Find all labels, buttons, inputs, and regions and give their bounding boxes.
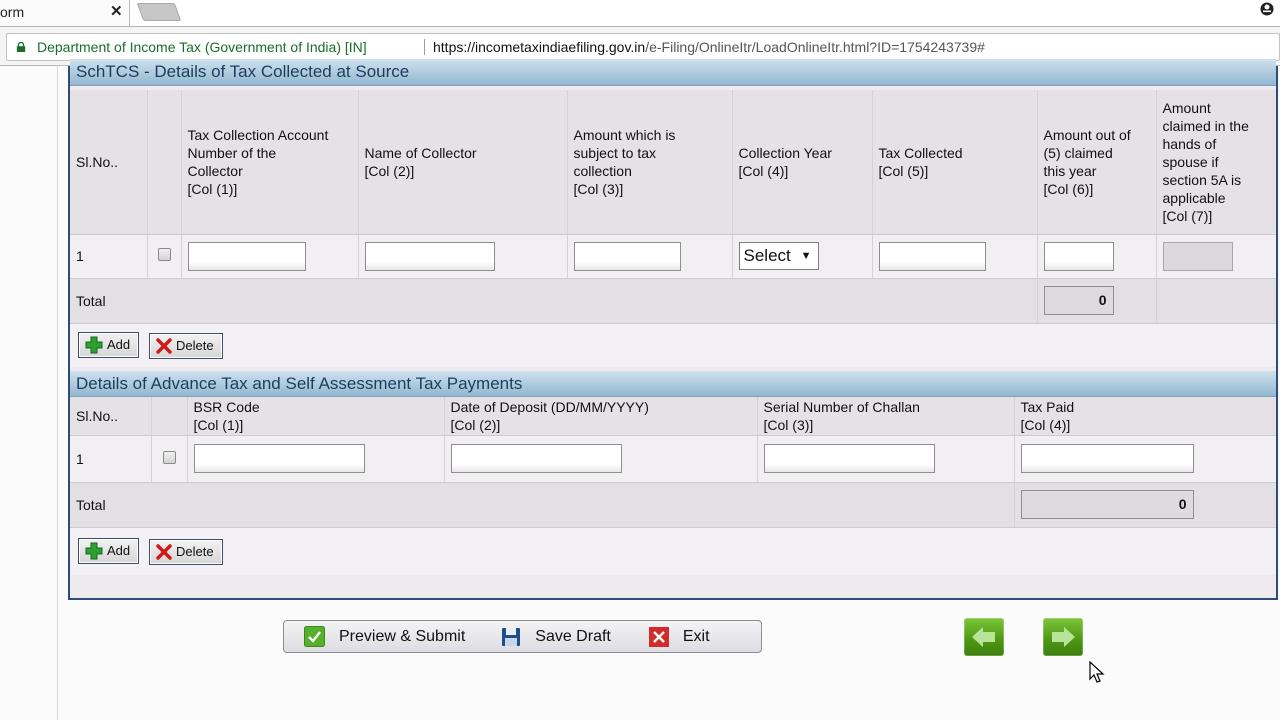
delete-x-icon [156,544,172,560]
total-value: 0 [1020,490,1194,519]
row-select-checkbox[interactable] [162,450,176,464]
col-header-bsr-code: BSR Code [Col (1)] [187,397,445,436]
delete-x-icon [156,338,172,354]
delete-label: Delete [176,338,214,354]
next-page-button[interactable] [1043,618,1083,656]
col-header-select [147,90,182,235]
tab-close-icon[interactable]: ✕ [110,2,123,20]
url-domain: https://incometaxindiaefiling.gov.in [433,39,646,55]
spouse-amount-input [1162,241,1233,271]
table-row: 1 Select ▼ [70,234,1276,279]
challan-serial-input[interactable] [763,444,935,473]
add-label: Add [107,543,131,559]
mouse-cursor-icon [1089,661,1105,683]
col-header-tax-paid: Tax Paid [Col (4)] [1014,397,1276,436]
row-select-checkbox[interactable] [157,248,171,261]
arrow-left-icon [972,627,995,647]
table-header-row: Sl.No.. Tax Collection Account Number of … [70,90,1276,235]
section-header-tcs: SchTCS - Details of Tax Collected at Sou… [70,59,1276,86]
lock-icon [16,42,26,52]
tax-paid-input[interactable] [1020,444,1194,473]
sidebar-divider [57,66,58,720]
checkmark-icon [304,626,325,647]
new-tab-button[interactable] [136,3,182,21]
table-row: 1 [70,435,1276,483]
col-header-spouse-amount: Amount claimed in the hands of spouse if sec… [1156,90,1276,235]
col-header-amount-claimed: Amount out of (5) claimed this year [Col (6… [1037,90,1157,235]
col-header-select [151,397,188,436]
floppy-disk-icon [502,627,521,646]
date-of-deposit-input[interactable] [450,444,622,473]
col-header-date-of-deposit: Date of Deposit (DD/MM/YYYY) [Col (2)] [444,397,758,436]
tan-input[interactable] [187,241,306,271]
col-header-tax-collected: Tax Collected [Col (5)] [872,90,1038,235]
advance-tax-table: Sl.No.. BSR Code [Col (1)] Date of Deposi… [70,397,1276,575]
previous-page-button[interactable] [964,618,1004,656]
form-action-bar: Preview & Submit Save Draft Exit [283,620,762,653]
section-header-advance-tax: Details of Advance Tax and Self Assessme… [70,371,1276,397]
table-header-row: Sl.No.. BSR Code [Col (1)] Date of Deposi… [70,397,1276,436]
row-sl-number: 1 [70,435,152,483]
add-row-button[interactable]: Add [78,331,140,358]
col-header-tan: Tax Collection Account Number of the Colle… [181,90,359,235]
col-header-collection-year: Collection Year [Col (4)] [732,90,873,235]
col-header-collector-name: Name of Collector [Col (2)] [358,90,568,235]
add-row-button[interactable]: Add [78,537,140,564]
url-text[interactable]: https://incometaxindiaefiling.gov.in/e-F… [433,34,985,60]
arrow-right-icon [1052,627,1075,647]
collector-name-input[interactable] [364,241,495,271]
save-draft-label: Save Draft [535,627,611,645]
row-actions: Add Delete [70,323,1276,367]
tax-collected-input[interactable] [878,241,986,271]
plus-icon [85,542,103,560]
delete-label: Delete [176,544,214,560]
profile-icon[interactable] [1260,1,1274,17]
address-separator [424,39,425,55]
col-header-slno: Sl.No.. [70,397,152,436]
collection-year-value: Select [743,246,791,265]
row-sl-number: 1 [70,234,148,279]
delete-row-button[interactable]: Delete [149,332,223,359]
col-header-challan-serial: Serial Number of Challan [Col (3)] [757,397,1015,436]
total-label: Total [70,482,1015,528]
browser-tab[interactable]: orm ✕ [0,0,130,26]
tcs-table: Sl.No.. Tax Collection Account Number of … [70,90,1276,367]
browser-tabstrip: orm ✕ [0,0,1280,26]
delete-row-button[interactable]: Delete [149,538,223,565]
exit-button[interactable]: Exit [648,626,710,647]
amount-subject-input[interactable] [573,241,681,271]
address-bar[interactable]: Department of Income Tax (Government of … [6,33,1280,61]
exit-label: Exit [682,627,710,645]
total-row: Total 0 [70,278,1276,324]
total-value: 0 [1043,286,1114,315]
secure-site-label: Department of Income Tax (Government of … [37,39,367,55]
row-actions: Add Delete [70,527,1276,575]
preview-submit-button[interactable]: Preview & Submit [304,626,465,647]
url-path: /e-Filing/OnlineItr/LoadOnlineItr.html?I… [645,39,985,55]
amount-claimed-input[interactable] [1043,241,1114,271]
add-label: Add [107,337,131,353]
col-header-slno: Sl.No.. [70,90,148,235]
itr-form-panel: SchTCS - Details of Tax Collected at Sou… [68,59,1278,600]
plus-icon [85,336,103,354]
bsr-code-input[interactable] [193,444,365,473]
exit-x-icon [648,626,669,647]
collection-year-select[interactable]: Select ▼ [738,242,819,270]
total-row: Total 0 [70,482,1276,528]
tab-title: orm [0,4,25,20]
col-header-amount-subject: Amount which is subject to tax collection[… [567,90,733,235]
preview-submit-label: Preview & Submit [339,627,466,645]
save-draft-button[interactable]: Save Draft [501,627,611,647]
total-label: Total [70,278,1038,324]
dropdown-arrow-icon: ▼ [800,250,812,262]
